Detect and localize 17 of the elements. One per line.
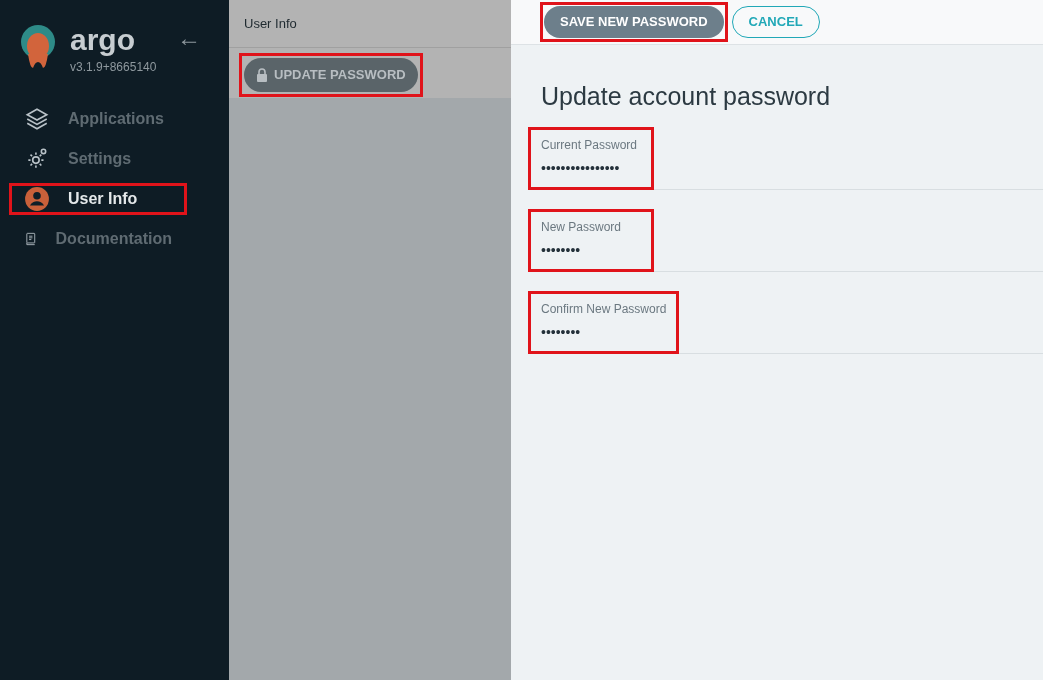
back-button[interactable]: ← bbox=[177, 20, 201, 56]
panel-title: User Info bbox=[243, 15, 298, 33]
layers-icon bbox=[24, 106, 50, 132]
lock-icon bbox=[256, 68, 268, 82]
version-text: v3.1.9+8665140 bbox=[70, 59, 157, 76]
nav-item[interactable]: Applications bbox=[12, 106, 184, 132]
password-field[interactable]: Current Password •••••••••••••••• bbox=[531, 129, 651, 187]
nav-item[interactable]: Settings bbox=[12, 146, 184, 172]
form-title: Update account password bbox=[540, 81, 832, 112]
password-field[interactable]: New Password •••••••• bbox=[531, 211, 651, 269]
password-field[interactable]: Confirm New Password •••••••• bbox=[531, 293, 677, 351]
save-button[interactable]: SAVE NEW PASSWORD bbox=[544, 6, 724, 38]
user-icon bbox=[24, 186, 50, 212]
nav-item[interactable]: Documentation bbox=[12, 226, 184, 252]
brand-name: argo bbox=[70, 24, 136, 56]
update-password-button[interactable]: UPDATE PASSWORD bbox=[244, 58, 418, 92]
nav-item[interactable]: User Info bbox=[12, 186, 184, 212]
